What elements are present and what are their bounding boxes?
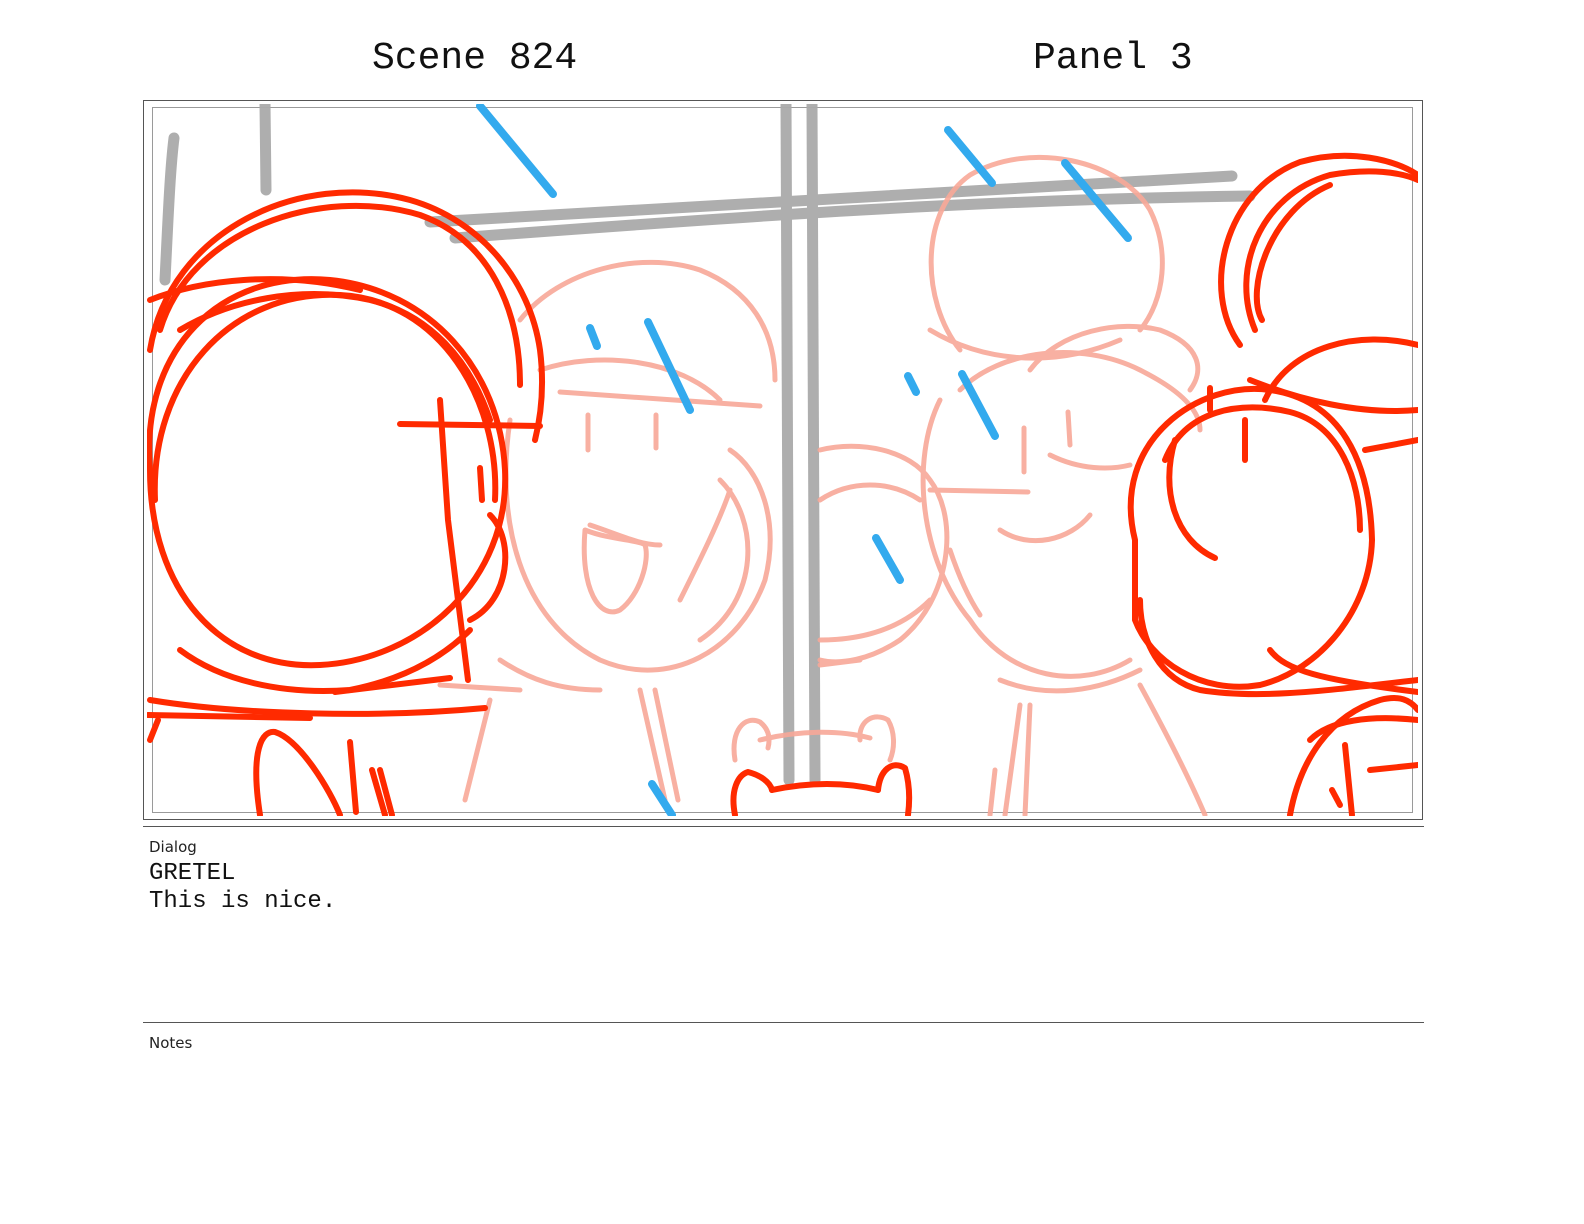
dialog-character: GRETEL: [149, 860, 236, 887]
dialog-label: Dialog: [149, 838, 197, 856]
panel-number: Panel 3: [1033, 37, 1193, 80]
dialog-divider: [143, 826, 1424, 827]
notes-label: Notes: [149, 1034, 193, 1052]
dialog-line: This is nice.: [149, 888, 337, 915]
storyboard-sketch: [147, 104, 1418, 816]
scene-number: Scene 824: [372, 37, 578, 80]
pink-sketch-figures: [437, 154, 1208, 816]
notes-divider: [143, 1022, 1424, 1023]
